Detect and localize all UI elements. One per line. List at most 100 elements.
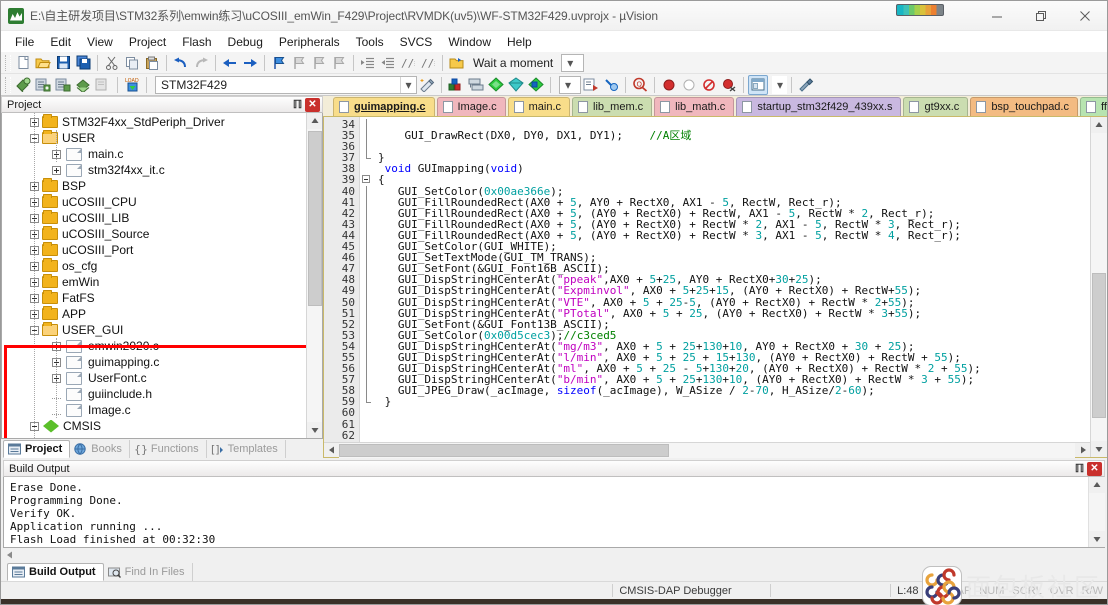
toolbar-grip[interactable]: [5, 54, 11, 71]
menu-item-view[interactable]: View: [79, 32, 121, 52]
menu-item-flash[interactable]: Flash: [174, 32, 219, 52]
build-output-hscrollbar[interactable]: [3, 548, 1105, 562]
editor-tab[interactable]: lib_math.c: [654, 96, 735, 116]
pin-icon[interactable]: ℿ: [1072, 461, 1087, 476]
code-line[interactable]: [378, 419, 1090, 430]
insert-breakpoint-icon[interactable]: [659, 75, 679, 95]
fold-marker[interactable]: [360, 196, 374, 208]
fold-marker[interactable]: [360, 152, 374, 163]
fold-marker[interactable]: [360, 351, 374, 364]
scroll-up-icon[interactable]: [1088, 477, 1105, 493]
scrollbar-track[interactable]: [1088, 493, 1105, 531]
fold-marker[interactable]: [360, 174, 374, 185]
editor-tab-strip[interactable]: guimapping.c Image.c main.c lib_mem.c lib_ma…: [323, 96, 1107, 117]
fold-marker[interactable]: [360, 285, 374, 297]
fold-marker[interactable]: [360, 218, 374, 230]
disable-breakpoint-icon[interactable]: [679, 75, 699, 95]
copy-icon[interactable]: [122, 53, 142, 73]
download-icon[interactable]: LOAD: [122, 75, 142, 95]
editor-tab[interactable]: main.c: [507, 96, 571, 116]
scroll-left-icon[interactable]: [324, 443, 339, 458]
find-symbol-icon[interactable]: Q: [630, 75, 650, 95]
navigate-forward-icon[interactable]: [240, 53, 260, 73]
clear-bookmarks-icon[interactable]: [329, 53, 349, 73]
show-window-dropdown[interactable]: ▾: [772, 75, 787, 94]
menu-item-svcs[interactable]: SVCS: [392, 32, 441, 52]
editor-tab[interactable]: ff.h: [1079, 96, 1107, 116]
code-folding-column[interactable]: [360, 117, 374, 442]
tree-item[interactable]: emWin: [2, 274, 306, 290]
editor-tab[interactable]: bsp_touchpad.c: [970, 96, 1078, 116]
fold-marker[interactable]: [360, 307, 374, 319]
editor-tab[interactable]: Image.c: [436, 96, 506, 116]
code-line[interactable]: GUI_JPEG_Draw(_acImage, sizeof(_acImage)…: [378, 385, 1090, 396]
build-output-text[interactable]: Erase Done. Programming Done. Verify OK. Ap…: [4, 477, 1088, 547]
open-file-icon[interactable]: [33, 53, 53, 73]
fold-marker[interactable]: [360, 252, 374, 264]
scrollbar-thumb[interactable]: [307, 131, 322, 306]
find-in-files-icon[interactable]: [447, 53, 467, 73]
build-icon[interactable]: [13, 75, 33, 95]
disable-all-breakpoints-icon[interactable]: [719, 75, 739, 95]
tree-item[interactable]: emwin2020.c: [2, 338, 306, 354]
fold-marker[interactable]: [360, 229, 374, 242]
scrollbar-track[interactable]: [1090, 133, 1107, 441]
fold-marker[interactable]: [360, 296, 374, 308]
code-hscrollbar[interactable]: [324, 442, 1090, 458]
code-line[interactable]: [378, 141, 1090, 152]
menu-item-window[interactable]: Window: [440, 32, 499, 52]
hscrollbar-track[interactable]: [339, 442, 1075, 458]
scroll-left-icon[interactable]: [3, 548, 17, 562]
tree-item[interactable]: uCOSIII_Source: [2, 226, 306, 242]
outdent-icon[interactable]: [378, 53, 398, 73]
fold-marker[interactable]: [360, 263, 374, 275]
paste-icon[interactable]: [142, 53, 162, 73]
indent-icon[interactable]: [358, 53, 378, 73]
expand-icon[interactable]: [52, 165, 61, 175]
translate-icon[interactable]: [73, 75, 93, 95]
rebuild-icon[interactable]: [33, 75, 53, 95]
kill-breakpoints-icon[interactable]: [699, 75, 719, 95]
manage-components-icon[interactable]: [526, 75, 546, 95]
config-wizard-icon[interactable]: [486, 75, 506, 95]
comment-icon[interactable]: //≡: [398, 53, 418, 73]
toolbar-search-dropdown[interactable]: ▾: [561, 53, 585, 72]
fold-marker[interactable]: [360, 407, 374, 418]
scroll-down-icon[interactable]: [1090, 441, 1107, 457]
tree-item[interactable]: stm32f4xx_it.c: [2, 162, 306, 178]
code-line[interactable]: GUI_DrawRect(DX0, DY0, DX1, DY1); //A区域: [378, 130, 1090, 141]
fold-marker[interactable]: [360, 340, 374, 352]
pack-installer-icon[interactable]: [506, 75, 526, 95]
tab-find-in-files[interactable]: Find In Files: [104, 563, 193, 581]
target-options-icon[interactable]: [417, 75, 437, 95]
tree-item[interactable]: UserFont.c: [2, 370, 306, 386]
tab-build-output[interactable]: Build Output: [7, 563, 104, 581]
fold-marker[interactable]: [360, 385, 374, 397]
start-debug-icon[interactable]: [581, 75, 601, 95]
navigate-back-icon[interactable]: [220, 53, 240, 73]
menu-item-edit[interactable]: Edit: [42, 32, 79, 52]
stop-build-icon[interactable]: [93, 75, 113, 95]
tree-item[interactable]: STM32F4xx_StdPeriph_Driver: [2, 114, 306, 130]
menu-item-project[interactable]: Project: [121, 32, 174, 52]
scroll-down-icon[interactable]: [1088, 531, 1105, 547]
fold-marker[interactable]: [360, 374, 374, 386]
fold-marker[interactable]: [360, 419, 374, 430]
tree-item[interactable]: guimapping.c: [2, 354, 306, 370]
code-line[interactable]: }: [378, 396, 1090, 407]
code-line[interactable]: [378, 430, 1090, 441]
tree-item[interactable]: CMSIS: [2, 418, 306, 434]
code-line[interactable]: [378, 407, 1090, 418]
tree-item[interactable]: guiinclude.h: [2, 386, 306, 402]
fold-marker[interactable]: [360, 185, 374, 197]
next-bookmark-icon[interactable]: [309, 53, 329, 73]
tree-item[interactable]: USER_GUI: [2, 322, 306, 338]
redo-icon[interactable]: [191, 53, 211, 73]
fold-marker[interactable]: [360, 430, 374, 441]
close-icon[interactable]: [1063, 1, 1107, 31]
tree-item[interactable]: uCOSIII_LIB: [2, 210, 306, 226]
batch-build-icon[interactable]: [53, 75, 73, 95]
toggle-bookmark-icon[interactable]: [269, 53, 289, 73]
scroll-down-icon[interactable]: [306, 422, 322, 438]
menu-item-file[interactable]: File: [7, 32, 42, 52]
